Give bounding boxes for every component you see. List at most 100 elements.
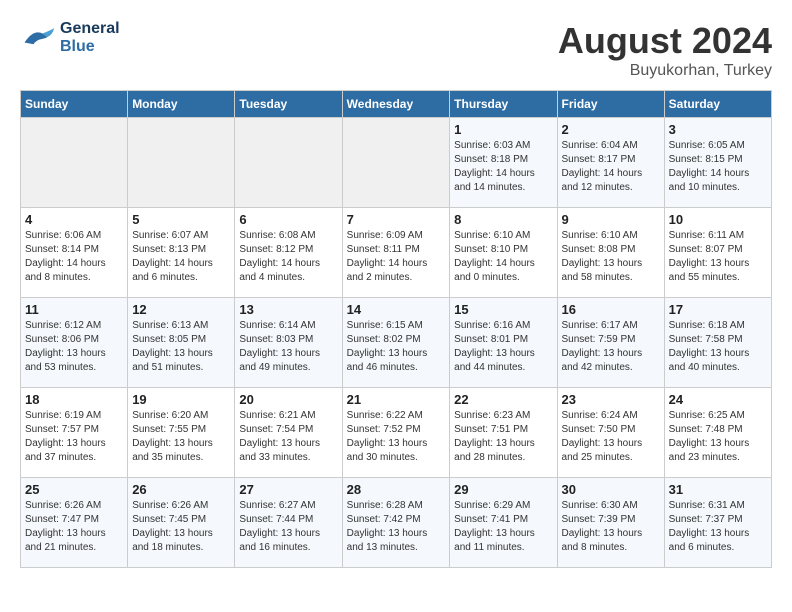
day-cell: 29 Sunrise: 6:29 AM Sunset: 7:41 PM Dayli…: [450, 478, 557, 568]
day-cell: 1Sunrise: 6:03 AM Sunset: 8:18 PM Daylig…: [450, 118, 557, 208]
day-cell: 27 Sunrise: 6:27 AM Sunset: 7:44 PM Dayli…: [235, 478, 342, 568]
day-info: Sunrise: 6:23 AM Sunset: 7:51 PM Dayligh…: [454, 409, 552, 465]
day-cell: 12 Sunrise: 6:13 AM Sunset: 8:05 PM Dayli…: [128, 298, 235, 388]
day-cell: 28Sunrise: 6:28 AM Sunset: 7:42 PM Dayli…: [342, 478, 450, 568]
day-info: Sunrise: 6:08 AM Sunset: 8:12 PM Dayligh…: [239, 229, 337, 285]
logo-line1: General: [60, 20, 120, 37]
header-cell-sunday: Sunday: [21, 91, 128, 118]
header-cell-tuesday: Tuesday: [235, 91, 342, 118]
day-cell: 30Sunrise: 6:30 AM Sunset: 7:39 PM Dayli…: [557, 478, 664, 568]
day-number: 29: [454, 482, 552, 497]
day-cell: 4 Sunrise: 6:06 AM Sunset: 8:14 PM Daylig…: [21, 208, 128, 298]
day-cell: 26 Sunrise: 6:26 AM Sunset: 7:45 PM Dayli…: [128, 478, 235, 568]
day-info: Sunrise: 6:19 AM Sunset: 7:57 PM Dayligh…: [25, 409, 123, 465]
day-info: Sunrise: 6:04 AM Sunset: 8:17 PM Dayligh…: [562, 139, 660, 195]
day-info: Sunrise: 6:26 AM Sunset: 7:45 PM Dayligh…: [132, 499, 230, 555]
day-number: 9: [562, 212, 660, 227]
logo-line2: Blue: [60, 38, 95, 55]
day-info: Sunrise: 6:12 AM Sunset: 8:06 PM Dayligh…: [25, 319, 123, 375]
day-cell: 22 Sunrise: 6:23 AM Sunset: 7:51 PM Dayli…: [450, 388, 557, 478]
day-number: 15: [454, 302, 552, 317]
day-info: Sunrise: 6:16 AM Sunset: 8:01 PM Dayligh…: [454, 319, 552, 375]
day-cell: 31Sunrise: 6:31 AM Sunset: 7:37 PM Dayli…: [664, 478, 771, 568]
day-info: Sunrise: 6:31 AM Sunset: 7:37 PM Dayligh…: [669, 499, 767, 555]
header-cell-saturday: Saturday: [664, 91, 771, 118]
day-info: Sunrise: 6:13 AM Sunset: 8:05 PM Dayligh…: [132, 319, 230, 375]
day-info: Sunrise: 6:21 AM Sunset: 7:54 PM Dayligh…: [239, 409, 337, 465]
day-cell: 23Sunrise: 6:24 AM Sunset: 7:50 PM Dayli…: [557, 388, 664, 478]
day-cell: 18Sunrise: 6:19 AM Sunset: 7:57 PM Dayli…: [21, 388, 128, 478]
week-row-4: 18Sunrise: 6:19 AM Sunset: 7:57 PM Dayli…: [21, 388, 772, 478]
day-number: 10: [669, 212, 767, 227]
day-cell: 7 Sunrise: 6:09 AM Sunset: 8:11 PM Daylig…: [342, 208, 450, 298]
day-info: Sunrise: 6:18 AM Sunset: 7:58 PM Dayligh…: [669, 319, 767, 375]
day-info: Sunrise: 6:07 AM Sunset: 8:13 PM Dayligh…: [132, 229, 230, 285]
day-number: 24: [669, 392, 767, 407]
day-cell: [128, 118, 235, 208]
logo-icon: [20, 24, 56, 52]
week-row-1: 1Sunrise: 6:03 AM Sunset: 8:18 PM Daylig…: [21, 118, 772, 208]
day-cell: 10 Sunrise: 6:11 AM Sunset: 8:07 PM Dayli…: [664, 208, 771, 298]
day-number: 8: [454, 212, 552, 227]
header-cell-friday: Friday: [557, 91, 664, 118]
day-info: Sunrise: 6:30 AM Sunset: 7:39 PM Dayligh…: [562, 499, 660, 555]
day-number: 20: [239, 392, 337, 407]
day-info: Sunrise: 6:14 AM Sunset: 8:03 PM Dayligh…: [239, 319, 337, 375]
day-cell: 6Sunrise: 6:08 AM Sunset: 8:12 PM Daylig…: [235, 208, 342, 298]
day-number: 16: [562, 302, 660, 317]
day-info: Sunrise: 6:25 AM Sunset: 7:48 PM Dayligh…: [669, 409, 767, 465]
day-info: Sunrise: 6:03 AM Sunset: 8:18 PM Dayligh…: [454, 139, 552, 195]
logo-text: General Blue: [60, 20, 120, 55]
calendar-body: 1Sunrise: 6:03 AM Sunset: 8:18 PM Daylig…: [21, 118, 772, 568]
day-cell: 16Sunrise: 6:17 AM Sunset: 7:59 PM Dayli…: [557, 298, 664, 388]
day-info: Sunrise: 6:09 AM Sunset: 8:11 PM Dayligh…: [347, 229, 446, 285]
day-number: 5: [132, 212, 230, 227]
day-cell: 25 Sunrise: 6:26 AM Sunset: 7:47 PM Dayli…: [21, 478, 128, 568]
day-info: Sunrise: 6:26 AM Sunset: 7:47 PM Dayligh…: [25, 499, 123, 555]
header-cell-wednesday: Wednesday: [342, 91, 450, 118]
day-info: Sunrise: 6:05 AM Sunset: 8:15 PM Dayligh…: [669, 139, 767, 195]
day-info: Sunrise: 6:10 AM Sunset: 8:08 PM Dayligh…: [562, 229, 660, 285]
day-cell: 24 Sunrise: 6:25 AM Sunset: 7:48 PM Dayli…: [664, 388, 771, 478]
day-cell: 11 Sunrise: 6:12 AM Sunset: 8:06 PM Dayli…: [21, 298, 128, 388]
day-cell: [235, 118, 342, 208]
day-cell: 15 Sunrise: 6:16 AM Sunset: 8:01 PM Dayli…: [450, 298, 557, 388]
day-info: Sunrise: 6:22 AM Sunset: 7:52 PM Dayligh…: [347, 409, 446, 465]
day-number: 26: [132, 482, 230, 497]
day-cell: 20 Sunrise: 6:21 AM Sunset: 7:54 PM Dayli…: [235, 388, 342, 478]
day-cell: 2 Sunrise: 6:04 AM Sunset: 8:17 PM Daylig…: [557, 118, 664, 208]
day-number: 12: [132, 302, 230, 317]
day-number: 21: [347, 392, 446, 407]
day-cell: 13 Sunrise: 6:14 AM Sunset: 8:03 PM Dayli…: [235, 298, 342, 388]
day-number: 13: [239, 302, 337, 317]
day-number: 4: [25, 212, 123, 227]
day-cell: 3Sunrise: 6:05 AM Sunset: 8:15 PM Daylig…: [664, 118, 771, 208]
day-info: Sunrise: 6:11 AM Sunset: 8:07 PM Dayligh…: [669, 229, 767, 285]
day-info: Sunrise: 6:15 AM Sunset: 8:02 PM Dayligh…: [347, 319, 446, 375]
title-block: August 2024 Buyukorhan, Turkey: [558, 20, 772, 80]
day-info: Sunrise: 6:10 AM Sunset: 8:10 PM Dayligh…: [454, 229, 552, 285]
week-row-5: 25 Sunrise: 6:26 AM Sunset: 7:47 PM Dayli…: [21, 478, 772, 568]
day-cell: [21, 118, 128, 208]
day-cell: 5 Sunrise: 6:07 AM Sunset: 8:13 PM Daylig…: [128, 208, 235, 298]
day-number: 17: [669, 302, 767, 317]
day-number: 19: [132, 392, 230, 407]
day-info: Sunrise: 6:06 AM Sunset: 8:14 PM Dayligh…: [25, 229, 123, 285]
day-number: 7: [347, 212, 446, 227]
day-cell: [342, 118, 450, 208]
day-number: 11: [25, 302, 123, 317]
day-info: Sunrise: 6:20 AM Sunset: 7:55 PM Dayligh…: [132, 409, 230, 465]
day-info: Sunrise: 6:27 AM Sunset: 7:44 PM Dayligh…: [239, 499, 337, 555]
logo: General Blue: [20, 20, 120, 55]
day-number: 23: [562, 392, 660, 407]
day-number: 22: [454, 392, 552, 407]
day-cell: 14Sunrise: 6:15 AM Sunset: 8:02 PM Dayli…: [342, 298, 450, 388]
day-info: Sunrise: 6:29 AM Sunset: 7:41 PM Dayligh…: [454, 499, 552, 555]
day-number: 28: [347, 482, 446, 497]
day-number: 27: [239, 482, 337, 497]
header-row: SundayMondayTuesdayWednesdayThursdayFrid…: [21, 91, 772, 118]
page-header: General Blue August 2024 Buyukorhan, Tur…: [20, 20, 772, 80]
day-number: 2: [562, 122, 660, 137]
month-year: August 2024: [558, 20, 772, 62]
day-number: 25: [25, 482, 123, 497]
